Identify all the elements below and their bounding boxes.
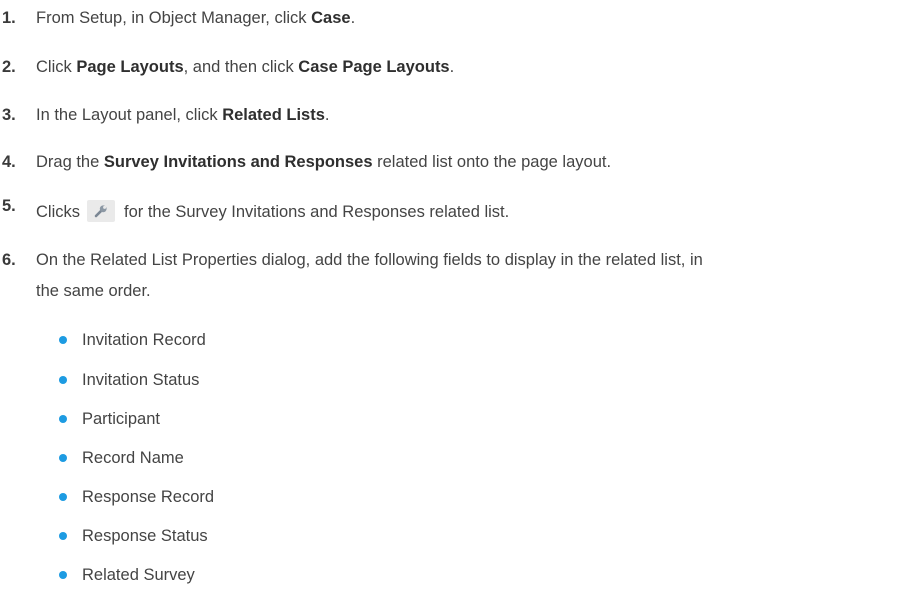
ui-term-page-layouts: Page Layouts xyxy=(76,58,184,76)
wrench-icon xyxy=(94,205,107,218)
list-item: Response Status xyxy=(59,521,208,552)
step-text: Drag the Survey Invitations and Response… xyxy=(36,147,915,178)
bullet-icon xyxy=(59,493,67,501)
ui-term-case-page-layouts: Case Page Layouts xyxy=(298,58,450,76)
bullet-icon xyxy=(59,571,67,579)
step-text-line: On the Related List Properties dialog, a… xyxy=(36,251,703,269)
step-number: 3. xyxy=(2,106,16,124)
step-text-part: In the Layout panel, click xyxy=(36,106,223,124)
step-number: 6. xyxy=(2,251,16,269)
field-name: Response Status xyxy=(82,527,208,545)
list-item: Response Record xyxy=(59,482,215,513)
step-text-line: the same order. xyxy=(36,282,151,300)
ui-term-related-lists: Related Lists xyxy=(222,106,325,124)
step-text: Click Page Layouts, and then click Case … xyxy=(36,52,915,83)
step-text-part: . xyxy=(324,106,330,124)
field-name: Participant xyxy=(82,410,160,428)
list-item: Invitation Record xyxy=(59,325,206,356)
field-name: Invitation Status xyxy=(82,371,200,389)
field-name: Record Name xyxy=(82,449,184,467)
ui-term-case: Case xyxy=(311,9,351,27)
bullet-icon xyxy=(59,415,67,423)
step-number: 5. xyxy=(2,197,16,215)
bullet-icon xyxy=(59,532,67,540)
field-name: Response Record xyxy=(82,488,215,506)
ui-term-survey-invitations-and-responses: Survey Invitations and Responses xyxy=(103,153,373,171)
step-text-part: Clicks xyxy=(36,203,80,221)
step-text-part: , and then click xyxy=(183,58,299,76)
bullet-icon xyxy=(59,376,67,384)
step-text-part: Click xyxy=(36,58,77,76)
step-text-part: Drag the xyxy=(36,153,104,171)
step-text-part: . xyxy=(449,58,455,76)
field-name: Invitation Record xyxy=(82,331,206,349)
step-text-part: related list onto the page layout. xyxy=(372,153,612,171)
step-text: Clicks for the Survey Invitations and Res… xyxy=(36,197,915,228)
step-text: In the Layout panel, click Related Lists… xyxy=(36,100,915,131)
step-text: On the Related List Properties dialog, a… xyxy=(36,245,915,307)
step-text: From Setup, in Object Manager, click Cas… xyxy=(36,3,915,34)
step-number: 4. xyxy=(2,153,16,171)
list-item: Record Name xyxy=(59,443,184,474)
bullet-icon xyxy=(59,454,67,462)
list-item: Related Survey xyxy=(59,560,195,591)
step-number: 2. xyxy=(2,58,16,76)
step-text-part: for the Survey Invitations and Responses… xyxy=(124,203,510,221)
step-text-part: . xyxy=(350,9,356,27)
wrench-button xyxy=(87,200,115,222)
step-text-part: From Setup, in Object Manager, click xyxy=(36,9,312,27)
bullet-icon xyxy=(59,336,67,344)
field-name: Related Survey xyxy=(82,566,195,584)
list-item: Participant xyxy=(59,404,160,435)
step-number: 1. xyxy=(2,9,16,27)
list-item: Invitation Status xyxy=(59,365,200,396)
